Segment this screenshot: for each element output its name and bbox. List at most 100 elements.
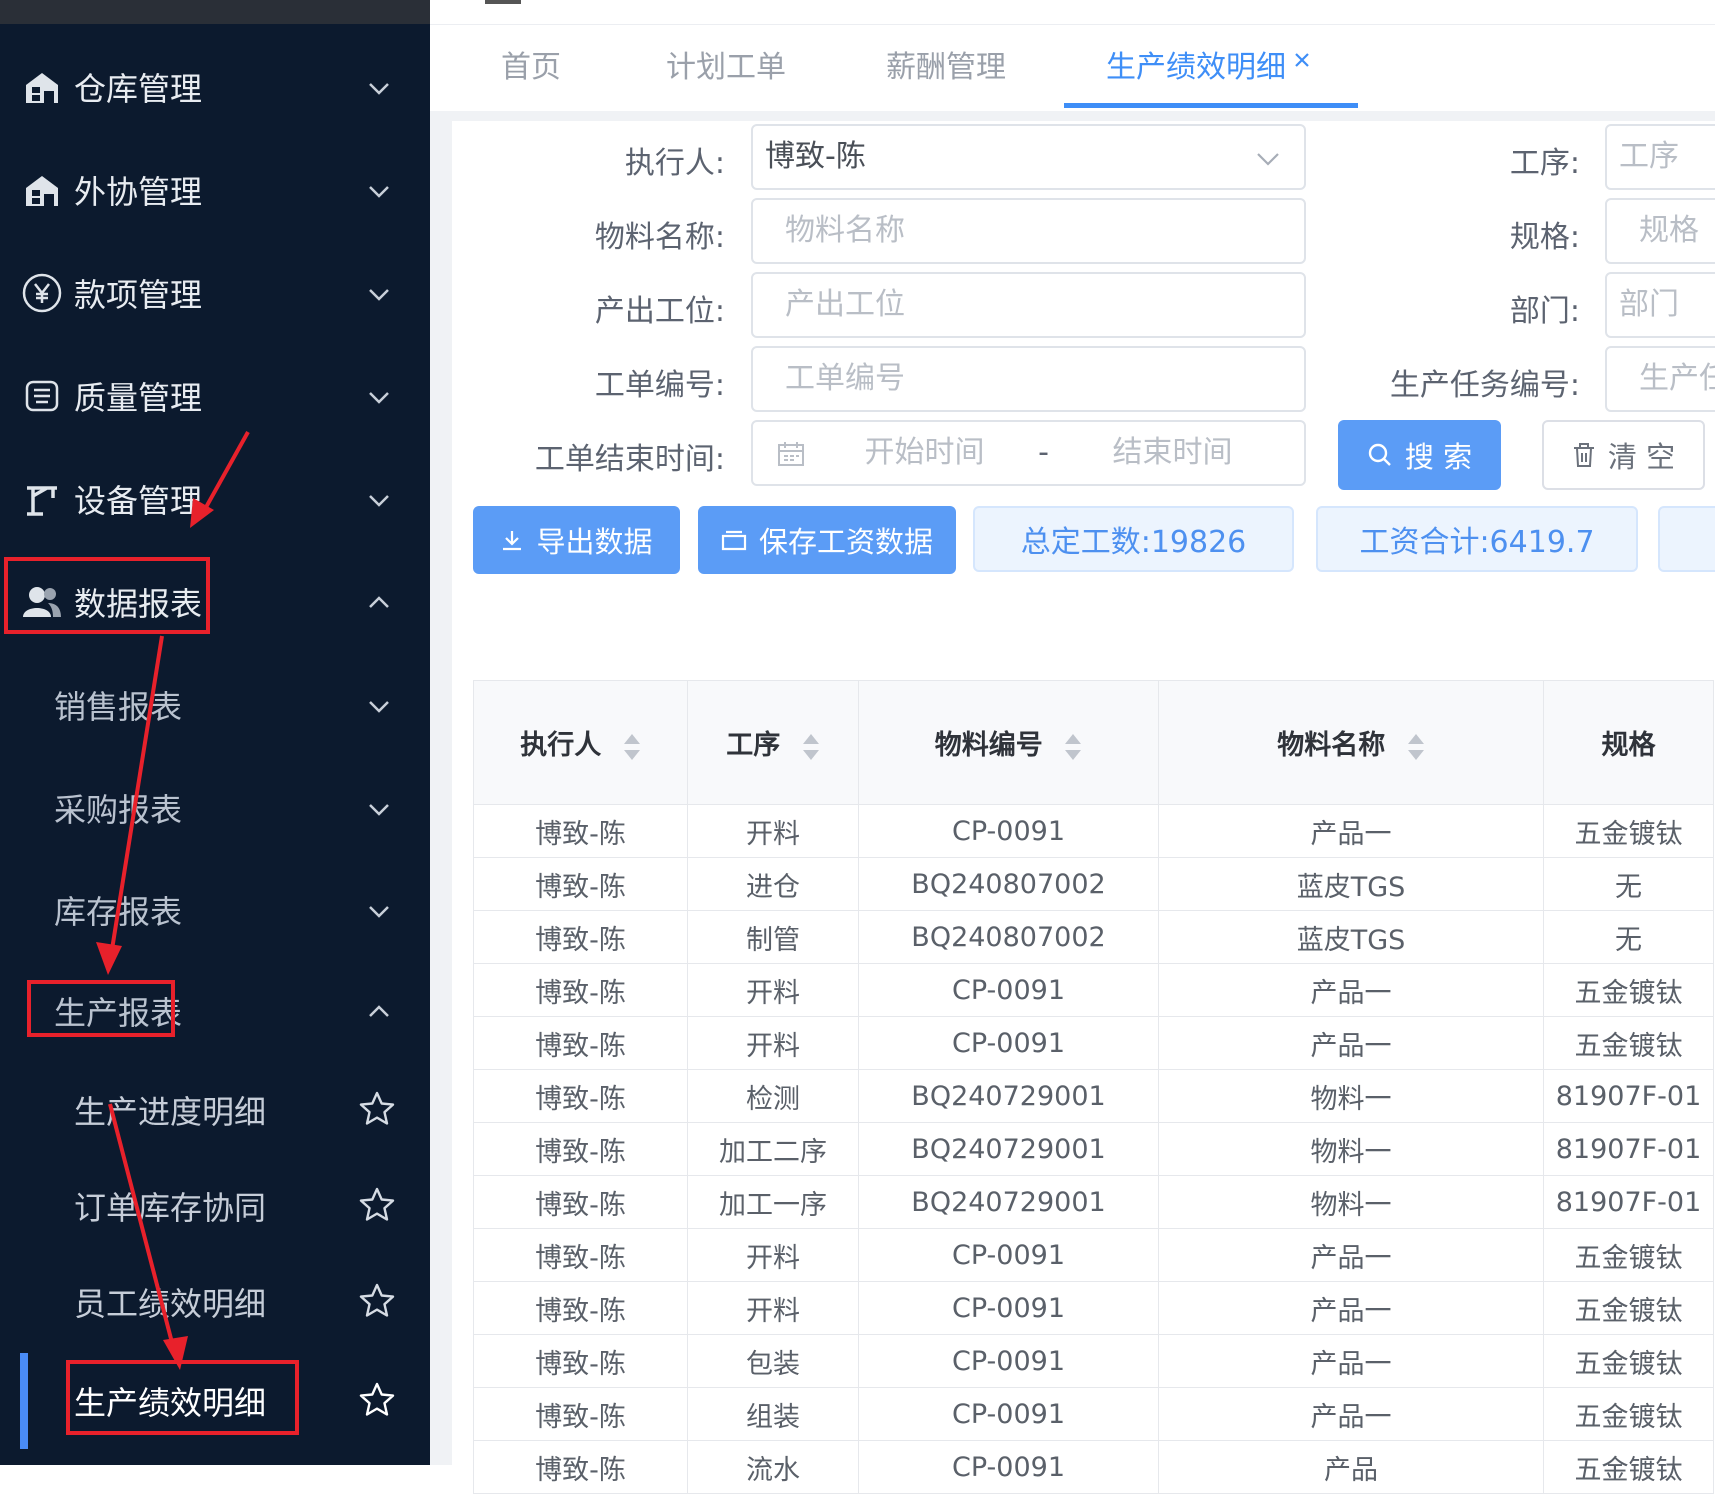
table-cell: 五金镀钛 — [1543, 1281, 1714, 1335]
table-cell: 博致-陈 — [473, 1069, 688, 1123]
spec-input[interactable]: 规格 — [1605, 198, 1715, 264]
spec-label: 规格: — [1509, 220, 1580, 255]
table-cell: CP-0091 — [858, 804, 1159, 858]
table-cell: 包装 — [687, 1334, 859, 1388]
executor-value: 博致-陈 — [765, 139, 866, 174]
tab-plan-orders[interactable]: 计划工单 — [666, 25, 786, 111]
dept-label: 部门: — [1509, 294, 1580, 329]
table-row[interactable]: 博致-陈 开料 CP-0091 产品一 五金镀钛 — [473, 1228, 1714, 1282]
table-cell: 产品一 — [1158, 804, 1544, 858]
table-cell: BQ240807002 — [858, 857, 1159, 911]
table-cell: 产品一 — [1158, 963, 1544, 1017]
table-row[interactable]: 博致-陈 制管 BQ240807002 蓝皮TGS 无 — [473, 910, 1714, 964]
export-button-label: 导出数据 — [536, 525, 653, 559]
sort-icon[interactable] — [1064, 732, 1082, 762]
table-cell: 博致-陈 — [473, 1122, 688, 1176]
column-header-label: 工序 — [726, 730, 781, 761]
hamburger-icon[interactable] — [485, 0, 521, 4]
total-hours-badge[interactable]: 总定工数:19826 — [973, 506, 1294, 572]
table-cell: 无 — [1543, 857, 1714, 911]
tab-salary[interactable]: 薪酬管理 — [886, 25, 1006, 111]
table-cell: 蓝皮TGS — [1158, 857, 1544, 911]
end-time-input[interactable]: 结束时间 — [1112, 435, 1232, 470]
table-cell: 产品 — [1158, 1440, 1544, 1494]
table-cell: 五金镀钛 — [1543, 804, 1714, 858]
performance-table: 执行人 工序 物料编号 物料名称 规格 博致-陈 开料 CP-0091 产品一 五金镀钛… — [473, 680, 1714, 1494]
table-cell: 产品一 — [1158, 1228, 1544, 1282]
table-cell: 开料 — [687, 804, 859, 858]
search-button[interactable]: 搜 索 — [1338, 420, 1501, 490]
table-cell: 制管 — [687, 910, 859, 964]
table-body: 博致-陈 开料 CP-0091 产品一 五金镀钛 博致-陈 进仓 BQ240807002 蓝皮T… — [473, 804, 1714, 1494]
column-header-process[interactable]: 工序 — [687, 680, 859, 805]
table-cell: 产品一 — [1158, 1334, 1544, 1388]
column-header-label: 物料名称 — [1277, 730, 1386, 761]
export-button[interactable]: 导出数据 — [473, 506, 680, 574]
table-cell: CP-0091 — [858, 1440, 1159, 1494]
date-range-picker[interactable]: 开始时间 - 结束时间 — [751, 420, 1306, 486]
tab-production-performance[interactable]: 生产绩效明细 — [1106, 25, 1286, 111]
end-time-label: 工单结束时间: — [534, 442, 725, 477]
executor-select[interactable]: 博致-陈 — [751, 124, 1306, 190]
table-cell: 产品一 — [1158, 1281, 1544, 1335]
task-no-label: 生产任务编号: — [1389, 368, 1580, 403]
table-row[interactable]: 博致-陈 开料 CP-0091 产品一 五金镀钛 — [473, 804, 1714, 858]
download-icon — [503, 531, 522, 551]
sort-icon[interactable] — [623, 732, 641, 762]
table-row[interactable]: 博致-陈 流水 CP-0091 产品 五金镀钛 — [473, 1440, 1714, 1494]
sort-icon[interactable] — [1407, 732, 1425, 762]
table-cell: BQ240729001 — [858, 1175, 1159, 1229]
task-no-input[interactable]: 生产任 — [1605, 346, 1715, 412]
table-cell: 81907F-01 — [1543, 1069, 1714, 1123]
table-row[interactable]: 博致-陈 开料 CP-0091 产品一 五金镀钛 — [473, 1281, 1714, 1335]
table-cell: 加工二序 — [687, 1122, 859, 1176]
table-cell: 蓝皮TGS — [1158, 910, 1544, 964]
table-header-row: 执行人 工序 物料编号 物料名称 规格 — [473, 680, 1714, 805]
table-row[interactable]: 博致-陈 进仓 BQ240807002 蓝皮TGS 无 — [473, 857, 1714, 911]
range-separator: - — [1038, 435, 1049, 470]
table-cell: CP-0091 — [858, 1228, 1159, 1282]
table-cell: 博致-陈 — [473, 963, 688, 1017]
table-cell: BQ240729001 — [858, 1122, 1159, 1176]
material-name-input[interactable]: 物料名称 — [751, 198, 1306, 264]
table-cell: 五金镀钛 — [1543, 1440, 1714, 1494]
table-cell: 流水 — [687, 1440, 859, 1494]
table-cell: CP-0091 — [858, 1334, 1159, 1388]
table-cell: 五金镀钛 — [1543, 1334, 1714, 1388]
sort-icon[interactable] — [802, 732, 820, 762]
table-cell: 物料一 — [1158, 1069, 1544, 1123]
clear-button[interactable]: 清 空 — [1542, 420, 1705, 490]
table-cell: 博致-陈 — [473, 1016, 688, 1070]
table-row[interactable]: 博致-陈 包装 CP-0091 产品一 五金镀钛 — [473, 1334, 1714, 1388]
dept-select[interactable]: 部门 — [1605, 272, 1715, 338]
tab-home[interactable]: 首页 — [501, 25, 561, 111]
table-cell: 博致-陈 — [473, 1175, 688, 1229]
total-wage-badge[interactable]: 工资合计:6419.7 — [1316, 506, 1638, 572]
start-time-input[interactable]: 开始时间 — [865, 435, 985, 470]
table-cell: 五金镀钛 — [1543, 1016, 1714, 1070]
table-row[interactable]: 博致-陈 组装 CP-0091 产品一 五金镀钛 — [473, 1387, 1714, 1441]
output-station-input[interactable]: 产出工位 — [751, 272, 1306, 338]
table-cell: 81907F-01 — [1543, 1175, 1714, 1229]
table-row[interactable]: 博致-陈 开料 CP-0091 产品一 五金镀钛 — [473, 1016, 1714, 1070]
table-row[interactable]: 博致-陈 加工一序 BQ240729001 物料一 81907F-01 — [473, 1175, 1714, 1229]
table-cell: 博致-陈 — [473, 804, 688, 858]
table-row[interactable]: 博致-陈 开料 CP-0091 产品一 五金镀钛 — [473, 963, 1714, 1017]
column-header-material-name[interactable]: 物料名称 — [1158, 680, 1544, 805]
executor-label: 执行人: — [624, 146, 725, 181]
column-header-executor[interactable]: 执行人 — [473, 680, 688, 805]
column-header-label: 执行人 — [520, 730, 602, 761]
close-icon[interactable] — [1292, 50, 1312, 70]
table-row[interactable]: 博致-陈 检测 BQ240729001 物料一 81907F-01 — [473, 1069, 1714, 1123]
order-no-input[interactable]: 工单编号 — [751, 346, 1306, 412]
save-wage-button[interactable]: 保存工资数据 — [698, 506, 956, 574]
extra-badge-partial[interactable] — [1658, 506, 1715, 572]
column-header-spec[interactable]: 规格 — [1543, 680, 1714, 805]
table-cell: 开料 — [687, 963, 859, 1017]
column-header-material-code[interactable]: 物料编号 — [858, 680, 1159, 805]
search-icon — [1368, 443, 1391, 466]
table-row[interactable]: 博致-陈 加工二序 BQ240729001 物料一 81907F-01 — [473, 1122, 1714, 1176]
table-cell: 81907F-01 — [1543, 1122, 1714, 1176]
table-cell: 无 — [1543, 910, 1714, 964]
process-input[interactable]: 工序 — [1605, 124, 1715, 190]
